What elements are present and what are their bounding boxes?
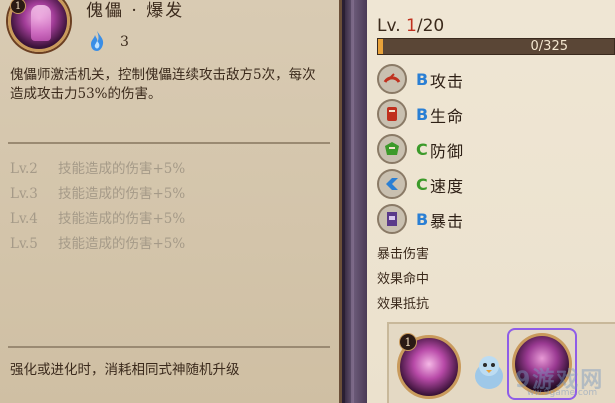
skill-name: 傀儡 · 爆发 xyxy=(86,1,185,21)
sub-stat-effect-hit: 效果命中 xyxy=(377,272,430,287)
sub-stat-effect-resist: 效果抵抗 xyxy=(377,297,430,312)
stat-grade: C xyxy=(416,175,428,194)
skill-level-list: Lv.2 技能造成的伤害+5% Lv.3 技能造成的伤害+5% Lv.4 技能造成的伤… xyxy=(10,157,185,257)
stats-panel: Lv. 1/20 0/325 B 攻击 B 生命 C 防御 C 速度 B 暴击 … xyxy=(367,0,615,403)
stat-grade: B xyxy=(416,70,429,89)
level-effect: 技能造成的伤害+5% xyxy=(58,236,186,252)
shikigami-level: Lv. 1/20 xyxy=(377,16,444,36)
defense-icon xyxy=(377,134,407,164)
level-row-4: Lv.4 技能造成的伤害+5% xyxy=(10,207,185,232)
exp-bar: 0/325 xyxy=(377,38,615,55)
level-label: Lv.3 xyxy=(10,186,38,202)
skill-cost: 3 xyxy=(120,34,129,50)
level-row-2: Lv.2 技能造成的伤害+5% xyxy=(10,157,185,182)
level-label: Lv.2 xyxy=(10,161,38,177)
health-icon xyxy=(377,99,407,129)
attack-icon xyxy=(377,64,407,94)
stat-label: 速度 xyxy=(430,177,465,196)
bird-mascot-icon xyxy=(475,356,503,389)
level-label: Lv.5 xyxy=(10,236,38,252)
stat-grade: B xyxy=(416,105,429,124)
stat-label: 防御 xyxy=(430,142,465,161)
watermark-url: ww.9game.com xyxy=(527,388,598,398)
level-current: 1 xyxy=(406,16,417,36)
tray-skill-badge: 1 xyxy=(399,333,417,351)
sub-stat-crit-damage: 暴击伤害 xyxy=(377,247,430,262)
level-max: /20 xyxy=(416,16,445,36)
level-label: Lv.4 xyxy=(10,211,38,227)
level-effect: 技能造成的伤害+5% xyxy=(58,211,186,227)
upgrade-note: 强化或进化时，消耗相同式神随机升级 xyxy=(10,362,240,378)
divider xyxy=(8,346,330,348)
level-effect: 技能造成的伤害+5% xyxy=(58,161,186,177)
speed-icon xyxy=(377,169,407,199)
exp-text: 0/325 xyxy=(530,39,568,54)
level-effect: 技能造成的伤害+5% xyxy=(58,186,186,202)
level-row-5: Lv.5 技能造成的伤害+5% xyxy=(10,232,185,257)
exp-bar-fill xyxy=(378,39,383,54)
level-row-3: Lv.3 技能造成的伤害+5% xyxy=(10,182,185,207)
skill-description: 傀儡师激活机关，控制傀儡连续攻击敌方5次，每次造成攻击力53%的伤害。 xyxy=(10,67,316,102)
stat-grade: B xyxy=(416,210,429,229)
blue-fire-icon xyxy=(91,31,104,51)
stat-label: 生命 xyxy=(430,107,465,126)
divider xyxy=(8,142,330,144)
panel-separator xyxy=(345,0,367,403)
skill-detail-panel: 1 傀儡 · 爆发 3 傀儡师激活机关，控制傀儡连续攻击敌方5次，每次造成攻击力… xyxy=(0,0,342,403)
stat-label: 暴击 xyxy=(430,212,465,231)
stat-grade: C xyxy=(416,140,428,159)
crit-icon xyxy=(377,204,407,234)
stat-label: 攻击 xyxy=(430,72,465,91)
level-prefix: Lv. xyxy=(377,16,407,36)
